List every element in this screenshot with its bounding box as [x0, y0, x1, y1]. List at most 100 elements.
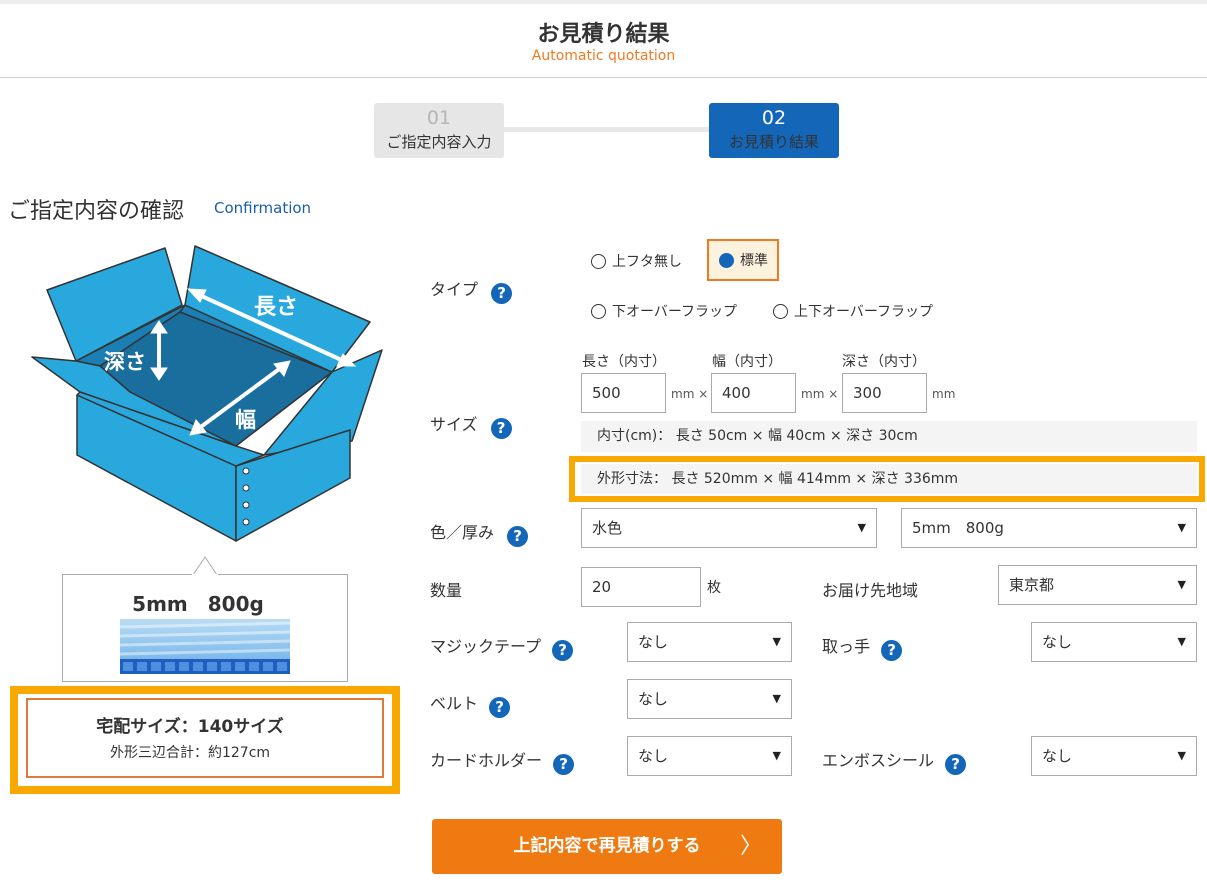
length-input[interactable]: 500	[581, 373, 666, 413]
step-number: 01	[426, 107, 452, 129]
belt-select[interactable]: なし ▼	[627, 679, 792, 719]
help-icon[interactable]: ?	[881, 640, 903, 661]
belt-label-text: ベルト	[430, 694, 479, 713]
chevron-down-icon: ▼	[772, 635, 781, 648]
section-subtitle: Confirmation	[214, 199, 312, 217]
help-icon[interactable]: ?	[945, 754, 967, 775]
depth-heading: 深さ（内寸）	[842, 354, 926, 370]
type-label-text: タイプ	[430, 280, 479, 299]
chevron-down-icon: ▼	[857, 521, 866, 534]
type-label: タイプ ?	[430, 276, 513, 304]
requote-button[interactable]: 上記内容で再見積りする 〉	[432, 819, 782, 874]
radio-label: 標準	[740, 253, 768, 269]
chevron-right-icon: 〉	[739, 834, 762, 859]
chevron-down-icon: ▼	[1177, 521, 1186, 534]
chevron-down-icon: ▼	[1177, 635, 1186, 648]
delivery-size: 宅配サイズ：140サイズ	[96, 717, 284, 737]
select-value: なし	[1042, 633, 1073, 651]
radio-both-flap[interactable]: 上下オーバーフラップ	[773, 301, 933, 321]
help-icon[interactable]: ?	[490, 418, 512, 439]
magic-tape-select[interactable]: なし ▼	[627, 622, 792, 662]
chevron-down-icon: ▼	[772, 749, 781, 762]
length-heading: 長さ（内寸）	[582, 354, 666, 370]
radio-label: 下オーバーフラップ	[612, 304, 738, 320]
section-title: ご指定内容の確認	[8, 199, 185, 224]
card-holder-label-text: カードホルダー	[430, 751, 543, 770]
select-value: なし	[1042, 747, 1073, 765]
belt-label: ベルト ?	[430, 690, 511, 718]
select-value: なし	[638, 690, 669, 708]
width-input[interactable]: 400	[711, 373, 796, 413]
top-strip	[0, 0, 1207, 4]
inner-dimensions: 内寸(cm)： 長さ 50cm × 幅 40cm × 深さ 30cm	[581, 421, 1197, 452]
emboss-label: エンボスシール ?	[822, 747, 967, 775]
chevron-down-icon: ▼	[772, 692, 781, 705]
page-title: お見積り結果	[537, 22, 670, 47]
radio-standard[interactable]: 標準	[707, 239, 779, 281]
help-icon[interactable]: ?	[489, 697, 511, 718]
delivery-box	[26, 698, 384, 778]
radio-label: 上フタ無し	[612, 254, 682, 270]
help-icon[interactable]: ?	[552, 640, 574, 661]
help-icon[interactable]: ?	[491, 283, 513, 304]
thickness-select[interactable]: 5mm 800g ▼	[901, 508, 1197, 548]
outer-dimensions: 外形寸法： 長さ 520mm × 幅 414mm × 深さ 336mm	[581, 464, 1197, 494]
select-value: なし	[638, 747, 669, 765]
help-icon[interactable]: ?	[507, 526, 529, 547]
card-holder-select[interactable]: なし ▼	[627, 736, 792, 776]
card-holder-label: カードホルダー ?	[430, 747, 575, 775]
radio-icon	[591, 253, 606, 269]
chevron-down-icon: ▼	[1177, 578, 1186, 591]
select-value: 水色	[592, 519, 623, 537]
step-02: 02 お見積り結果	[709, 103, 839, 158]
material-title: 5mm 800g	[132, 592, 264, 616]
radio-checked-icon	[719, 252, 734, 268]
magic-tape-label-text: マジックテープ	[430, 637, 542, 656]
region-select[interactable]: 東京都 ▼	[998, 565, 1197, 605]
radio-icon	[773, 303, 788, 319]
callout-pointer	[192, 556, 218, 576]
quantity-unit: 枚	[707, 580, 721, 596]
size-label: サイズ ?	[430, 411, 512, 439]
requote-button-label: 上記内容で再見積りする	[513, 836, 701, 856]
unit-label: mm ×	[671, 387, 709, 401]
step-number: 02	[761, 107, 787, 129]
depth-input[interactable]: 300	[842, 373, 927, 413]
color-label-text: 色／厚み	[430, 523, 495, 542]
quantity-label: 数量	[430, 581, 463, 600]
help-icon[interactable]: ?	[553, 754, 575, 775]
magic-tape-label: マジックテープ ?	[430, 633, 574, 661]
page-subtitle: Automatic quotation	[531, 48, 676, 64]
emboss-select[interactable]: なし ▼	[1031, 736, 1197, 776]
width-heading: 幅（内寸）	[712, 354, 782, 370]
color-label: 色／厚み ?	[430, 519, 529, 547]
color-select[interactable]: 水色 ▼	[581, 508, 877, 548]
handle-select[interactable]: なし ▼	[1031, 622, 1197, 662]
width-label: 幅	[235, 408, 256, 432]
step-01[interactable]: 01 ご指定内容入力	[374, 103, 504, 158]
length-label: 長さ	[254, 295, 298, 320]
unit-label: mm ×	[801, 387, 839, 401]
radio-no-lid[interactable]: 上フタ無し	[591, 251, 682, 271]
emboss-label-text: エンボスシール	[822, 751, 935, 770]
radio-icon	[591, 303, 606, 319]
material-sample-image	[120, 619, 290, 674]
radio-label: 上下オーバーフラップ	[794, 304, 934, 320]
handle-label-text: 取っ手	[822, 637, 871, 656]
handle-label: 取っ手 ?	[822, 633, 903, 661]
select-value: 東京都	[1009, 576, 1055, 594]
step-label: お見積り結果	[728, 133, 819, 151]
header-divider	[0, 77, 1207, 78]
step-label: ご指定内容入力	[386, 133, 492, 151]
box-illustration: 長さ 深さ 幅	[31, 245, 383, 542]
size-label-text: サイズ	[430, 415, 478, 434]
delivery-sum: 外形三辺合計：約127cm	[109, 745, 271, 761]
unit-label: mm	[932, 387, 956, 401]
radio-lower-flap[interactable]: 下オーバーフラップ	[591, 301, 737, 321]
depth-label: 深さ	[104, 350, 146, 374]
chevron-down-icon: ▼	[1177, 749, 1186, 762]
step-connector	[502, 127, 712, 132]
select-value: なし	[638, 633, 669, 651]
region-label: お届け先地域	[822, 581, 919, 600]
quantity-input[interactable]: 20	[581, 567, 701, 607]
